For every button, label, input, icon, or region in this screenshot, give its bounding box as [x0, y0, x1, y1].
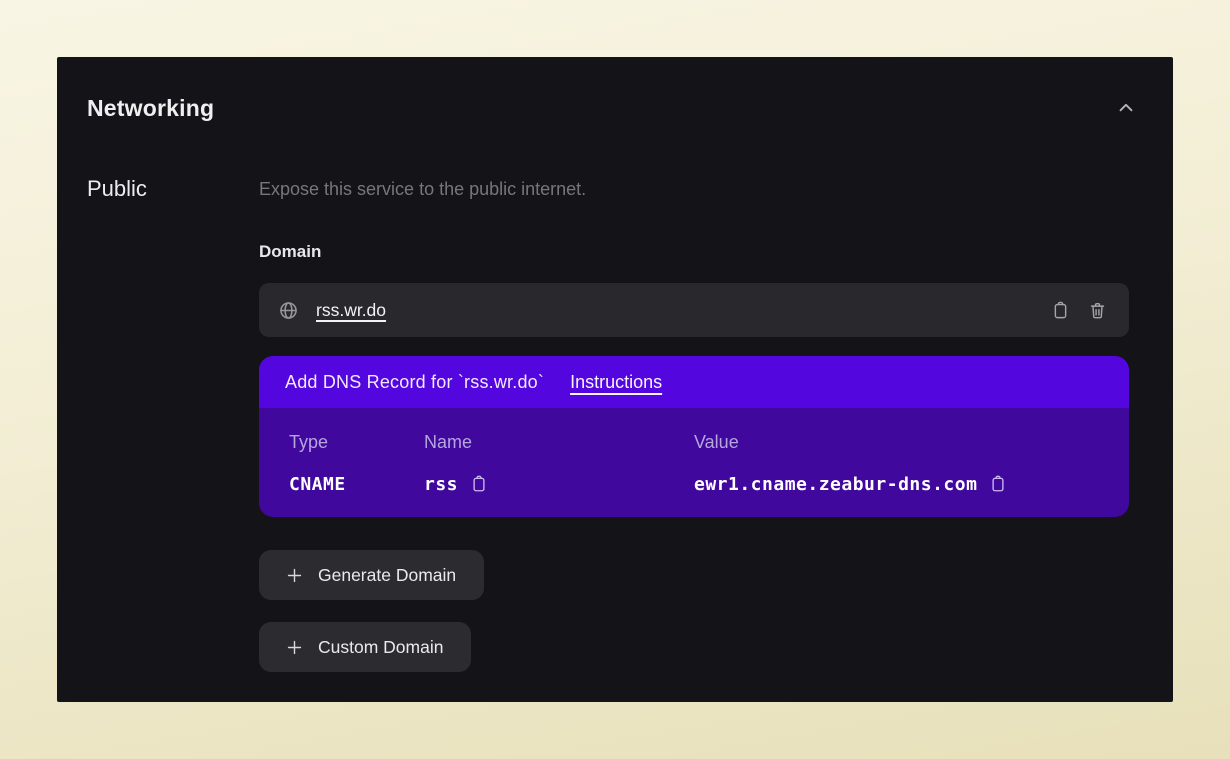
- clipboard-icon: [470, 475, 488, 493]
- collapse-button[interactable]: [1113, 95, 1139, 121]
- dns-record-header: Add DNS Record for `rss.wr.do` Instructi…: [259, 356, 1129, 408]
- copy-dns-name-button[interactable]: [468, 473, 490, 495]
- networking-panel: Networking Public Expose this service to…: [57, 57, 1173, 702]
- public-section-description: Expose this service to the public intern…: [259, 175, 1129, 203]
- domain-label: Domain: [259, 241, 1129, 263]
- custom-domain-label: Custom Domain: [318, 637, 443, 658]
- dns-cell-name: rss: [424, 473, 694, 495]
- section-label-column: Public: [87, 175, 259, 672]
- panel-title: Networking: [87, 93, 214, 123]
- dns-record-table: Type Name Value CNAME rss: [289, 432, 1103, 495]
- trash-icon: [1088, 301, 1107, 320]
- dns-col-header-type: Type: [289, 432, 424, 453]
- dns-record-title: Add DNS Record for `rss.wr.do`: [285, 372, 544, 393]
- dns-col-header-value: Value: [694, 432, 1103, 453]
- delete-domain-button[interactable]: [1083, 296, 1112, 325]
- copy-dns-value-button[interactable]: [987, 473, 1009, 495]
- domain-row: rss.wr.do: [259, 283, 1129, 337]
- dns-record-type: CNAME: [289, 474, 346, 495]
- copy-domain-button[interactable]: [1046, 296, 1075, 325]
- plus-icon: [285, 566, 304, 585]
- chevron-up-icon: [1115, 97, 1137, 119]
- instructions-link[interactable]: Instructions: [570, 372, 662, 393]
- dns-col-header-name: Name: [424, 432, 694, 453]
- domain-link[interactable]: rss.wr.do: [316, 300, 386, 321]
- clipboard-icon: [1051, 301, 1070, 320]
- dns-cell-type: CNAME: [289, 474, 424, 495]
- plus-icon: [285, 638, 304, 657]
- dns-record-body: Type Name Value CNAME rss: [259, 408, 1129, 517]
- section-content-column: Expose this service to the public intern…: [259, 175, 1129, 672]
- dns-record-value: ewr1.cname.zeabur-dns.com: [694, 474, 977, 495]
- public-section-label: Public: [87, 175, 259, 203]
- public-section: Public Expose this service to the public…: [57, 175, 1173, 672]
- domain-row-actions: [1046, 296, 1112, 325]
- dns-record-name: rss: [424, 474, 458, 495]
- dns-record-box: Add DNS Record for `rss.wr.do` Instructi…: [259, 356, 1129, 517]
- generate-domain-button[interactable]: Generate Domain: [259, 550, 484, 600]
- dns-cell-value: ewr1.cname.zeabur-dns.com: [694, 473, 1103, 495]
- custom-domain-button[interactable]: Custom Domain: [259, 622, 471, 672]
- globe-icon: [278, 300, 299, 321]
- clipboard-icon: [989, 475, 1007, 493]
- panel-header: Networking: [57, 57, 1173, 123]
- generate-domain-label: Generate Domain: [318, 565, 456, 586]
